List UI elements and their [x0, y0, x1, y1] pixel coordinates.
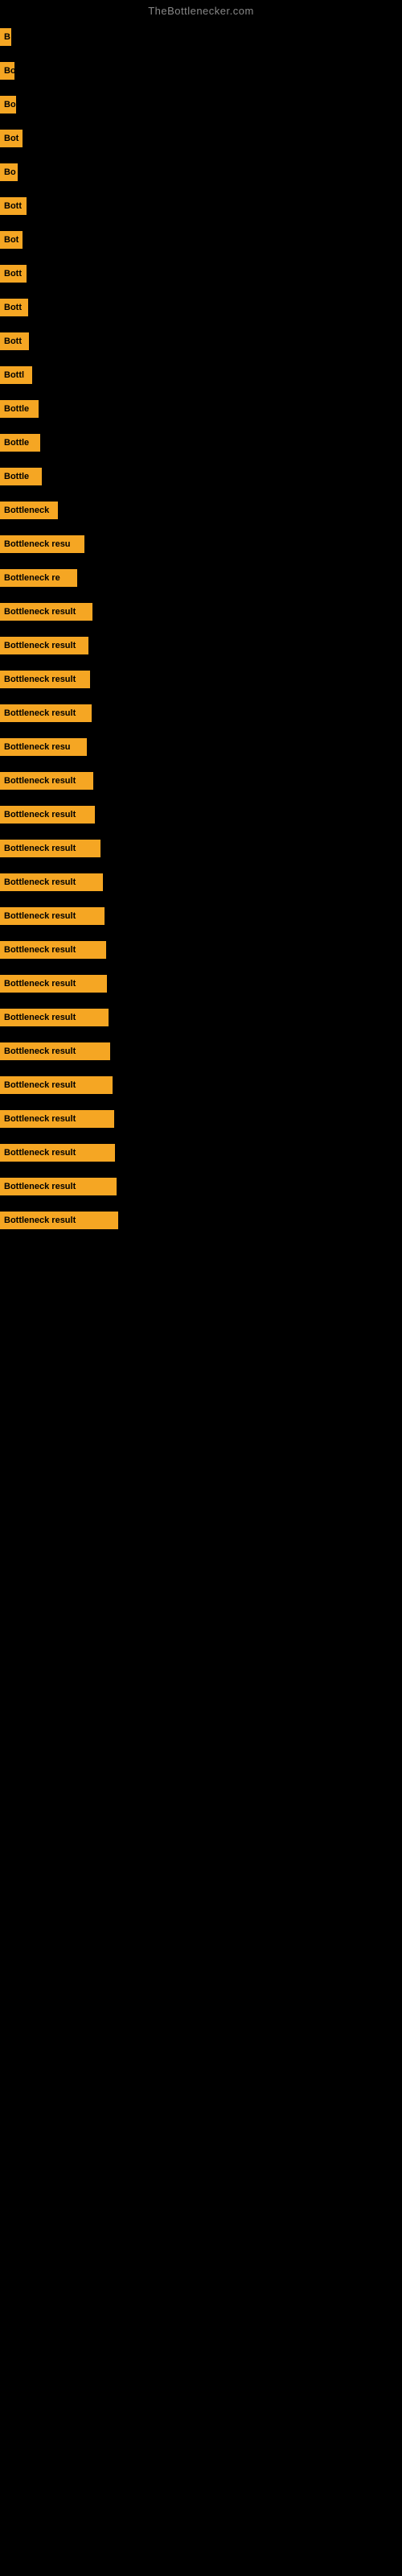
bar-row: Bottleneck re: [0, 561, 402, 595]
bar-row: Bo: [0, 88, 402, 122]
bar-row: Bottl: [0, 358, 402, 392]
bar-label: Bottl: [0, 366, 32, 384]
bars-container: B Bo Bo Bot Bo Bott Bot Bott Bott Bott Bottl Bottle…: [0, 20, 402, 1237]
bar-row: Bottleneck result: [0, 629, 402, 663]
bar-row: Bottleneck result: [0, 798, 402, 832]
bar-row: Bot: [0, 223, 402, 257]
bar-label: Bottleneck result: [0, 873, 103, 891]
bar-label: Bottleneck result: [0, 975, 107, 993]
bar-row: Bottleneck result: [0, 967, 402, 1001]
bar-row: Bottle: [0, 460, 402, 493]
bar-label: Bottleneck result: [0, 704, 92, 722]
bar-label: Bottleneck result: [0, 772, 93, 790]
bar-label: Bottleneck result: [0, 1178, 117, 1195]
bar-label: Bott: [0, 332, 29, 350]
bar-row: Bott: [0, 324, 402, 358]
bar-label: Bottleneck result: [0, 1144, 115, 1162]
bar-label: Bo: [0, 96, 16, 114]
bar-label: Bot: [0, 231, 23, 249]
bar-row: Bott: [0, 257, 402, 291]
site-title: TheBottlenecker.com: [0, 0, 402, 20]
bar-row: Bottleneck result: [0, 1203, 402, 1237]
bar-row: Bott: [0, 189, 402, 223]
bar-row: Bottleneck result: [0, 764, 402, 798]
bar-label: Bot: [0, 130, 23, 147]
bar-label: Bott: [0, 197, 27, 215]
bar-row: Bottleneck result: [0, 1102, 402, 1136]
bar-label: Bottleneck result: [0, 603, 92, 621]
bar-row: Bottleneck result: [0, 1136, 402, 1170]
bar-row: Bottleneck result: [0, 865, 402, 899]
bar-label: Bottleneck result: [0, 806, 95, 824]
bar-row: Bottleneck result: [0, 832, 402, 865]
bar-label: Bottleneck resu: [0, 738, 87, 756]
bar-row: Bottleneck: [0, 493, 402, 527]
bar-label: Bottleneck resu: [0, 535, 84, 553]
bar-row: Bottleneck result: [0, 1170, 402, 1203]
bar-row: Bottle: [0, 426, 402, 460]
bar-label: Bottle: [0, 468, 42, 485]
bar-row: Bottleneck result: [0, 1001, 402, 1034]
bar-label: Bottle: [0, 400, 39, 418]
bar-label: Bottleneck re: [0, 569, 77, 587]
bar-label: Bottleneck result: [0, 1009, 109, 1026]
bar-label: B: [0, 28, 11, 46]
bar-row: Bott: [0, 291, 402, 324]
bar-label: Bottleneck result: [0, 637, 88, 654]
bar-row: Bottleneck result: [0, 933, 402, 967]
bar-label: Bottle: [0, 434, 40, 452]
bar-label: Bottleneck result: [0, 1076, 113, 1094]
bar-row: Bottleneck result: [0, 595, 402, 629]
bar-label: Bottleneck result: [0, 1212, 118, 1229]
bar-row: Bot: [0, 122, 402, 155]
bar-row: Bo: [0, 155, 402, 189]
bar-label: Bottleneck result: [0, 907, 105, 925]
bar-label: Bottleneck result: [0, 1042, 110, 1060]
bar-label: Bottleneck result: [0, 840, 100, 857]
bar-row: Bottleneck resu: [0, 730, 402, 764]
bar-row: B: [0, 20, 402, 54]
bar-row: Bottleneck resu: [0, 527, 402, 561]
bar-label: Bo: [0, 62, 14, 80]
bar-label: Bottleneck result: [0, 671, 90, 688]
bar-row: Bottleneck result: [0, 899, 402, 933]
bar-label: Bottleneck result: [0, 1110, 114, 1128]
bar-row: Bottleneck result: [0, 663, 402, 696]
bar-row: Bottle: [0, 392, 402, 426]
bar-label: Bott: [0, 265, 27, 283]
bar-row: Bottleneck result: [0, 1068, 402, 1102]
bar-row: Bottleneck result: [0, 696, 402, 730]
bar-row: Bo: [0, 54, 402, 88]
bar-row: Bottleneck result: [0, 1034, 402, 1068]
bar-label: Bott: [0, 299, 28, 316]
bar-label: Bo: [0, 163, 18, 181]
bar-label: Bottleneck result: [0, 941, 106, 959]
bar-label: Bottleneck: [0, 502, 58, 519]
